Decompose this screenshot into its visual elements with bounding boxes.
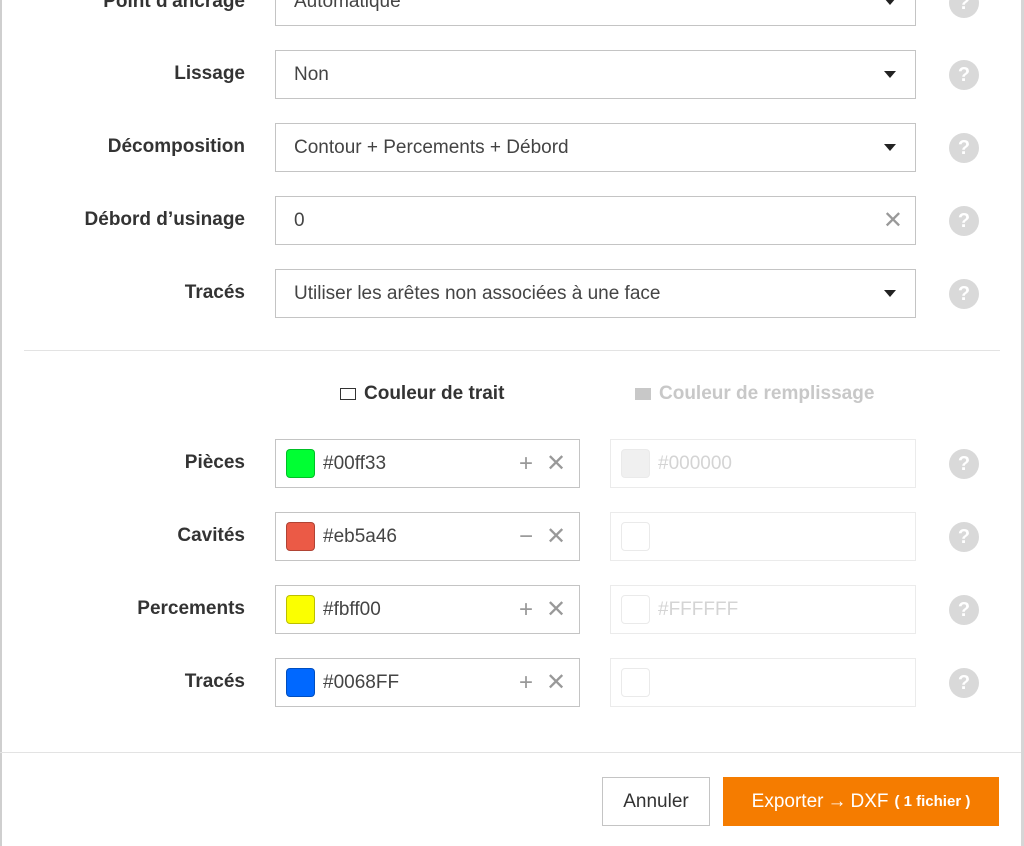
color-swatch[interactable]: [286, 522, 315, 551]
export-format: DXF: [850, 790, 889, 812]
overcut-input[interactable]: 0 ✕: [275, 196, 916, 245]
dxf-export-dialog: Point d'ancrage Automatique ? Lissage No…: [0, 0, 1024, 846]
decomposition-select[interactable]: Contour + Percements + Débord: [275, 123, 916, 172]
overcut-value: 0: [294, 209, 305, 231]
footer-divider: [0, 752, 1021, 753]
stroke-color-header: Couleur de trait: [340, 383, 504, 405]
traces-label: Tracés: [184, 282, 245, 303]
close-icon[interactable]: ✕: [541, 670, 571, 695]
fill-color-input: #000000: [610, 439, 916, 488]
color-swatch[interactable]: [286, 668, 315, 697]
stroke-color-input[interactable]: #eb5a46 − ✕: [275, 512, 580, 561]
stroke-color-value: #0068FF: [323, 671, 400, 693]
anchor-label: Point d'ancrage: [103, 0, 245, 12]
fill-color-header-label: Couleur de remplissage: [659, 383, 875, 404]
color-swatch[interactable]: [286, 449, 315, 478]
stroke-color-header-label: Couleur de trait: [364, 383, 505, 404]
close-icon[interactable]: ✕: [883, 208, 903, 233]
color-swatch: [621, 668, 650, 697]
color-row-label: Tracés: [184, 671, 245, 692]
anchor-select[interactable]: Automatique: [275, 0, 916, 26]
caret-down-icon: [884, 71, 896, 78]
traces-select[interactable]: Utiliser les arêtes non associées à une …: [275, 269, 916, 318]
stroke-color-input[interactable]: #00ff33 + ✕: [275, 439, 580, 488]
help-icon[interactable]: ?: [949, 595, 979, 625]
fill-color-input: [610, 658, 916, 707]
close-icon[interactable]: ✕: [541, 597, 571, 622]
color-swatch[interactable]: [286, 595, 315, 624]
stroke-color-input[interactable]: #0068FF + ✕: [275, 658, 580, 707]
fill-color-header: Couleur de remplissage: [635, 383, 874, 405]
help-icon[interactable]: ?: [949, 133, 979, 163]
stroke-color-value: #eb5a46: [323, 525, 397, 547]
close-icon[interactable]: ✕: [541, 451, 571, 476]
fill-color-value: #000000: [658, 452, 732, 474]
outline-square-icon: [340, 388, 356, 400]
dialog-left-edge: [0, 0, 2, 846]
filled-square-icon: [635, 388, 651, 400]
plus-icon[interactable]: +: [511, 670, 541, 695]
help-icon[interactable]: ?: [949, 279, 979, 309]
color-row-label: Cavités: [177, 525, 245, 546]
stroke-color-value: #00ff33: [323, 452, 387, 474]
color-row-label: Pièces: [184, 452, 245, 473]
arrow-right-icon: →: [827, 790, 847, 812]
close-icon[interactable]: ✕: [541, 524, 571, 549]
export-file-count: ( 1 fichier ): [894, 793, 971, 810]
stroke-color-input[interactable]: #fbff00 + ✕: [275, 585, 580, 634]
fill-color-input: [610, 512, 916, 561]
stroke-color-value: #fbff00: [323, 598, 381, 620]
help-icon[interactable]: ?: [949, 449, 979, 479]
caret-down-icon: [884, 290, 896, 297]
color-swatch: [621, 595, 650, 624]
decomposition-label: Décomposition: [107, 136, 245, 157]
caret-down-icon: [884, 144, 896, 151]
help-icon[interactable]: ?: [949, 0, 979, 18]
help-icon[interactable]: ?: [949, 206, 979, 236]
overcut-label: Débord d’usinage: [84, 209, 245, 230]
cancel-button[interactable]: Annuler: [602, 777, 710, 826]
section-divider: [24, 350, 1000, 351]
color-row-label: Percements: [137, 598, 245, 619]
traces-value: Utiliser les arêtes non associées à une …: [294, 282, 661, 304]
anchor-value: Automatique: [294, 0, 401, 12]
color-swatch: [621, 449, 650, 478]
smoothing-label: Lissage: [174, 63, 245, 84]
decomposition-value: Contour + Percements + Débord: [294, 136, 569, 158]
help-icon[interactable]: ?: [949, 522, 979, 552]
export-button[interactable]: Exporter → DXF ( 1 fichier ): [723, 777, 999, 826]
plus-icon[interactable]: +: [511, 597, 541, 622]
fill-color-input: #FFFFFF: [610, 585, 916, 634]
help-icon[interactable]: ?: [949, 60, 979, 90]
fill-color-value: #FFFFFF: [658, 598, 739, 620]
smoothing-select[interactable]: Non: [275, 50, 916, 99]
help-icon[interactable]: ?: [949, 668, 979, 698]
plus-icon[interactable]: +: [511, 451, 541, 476]
smoothing-value: Non: [294, 63, 329, 85]
caret-down-icon: [884, 0, 896, 5]
color-swatch: [621, 522, 650, 551]
export-label: Exporter: [751, 790, 824, 812]
minus-icon[interactable]: −: [511, 524, 541, 549]
